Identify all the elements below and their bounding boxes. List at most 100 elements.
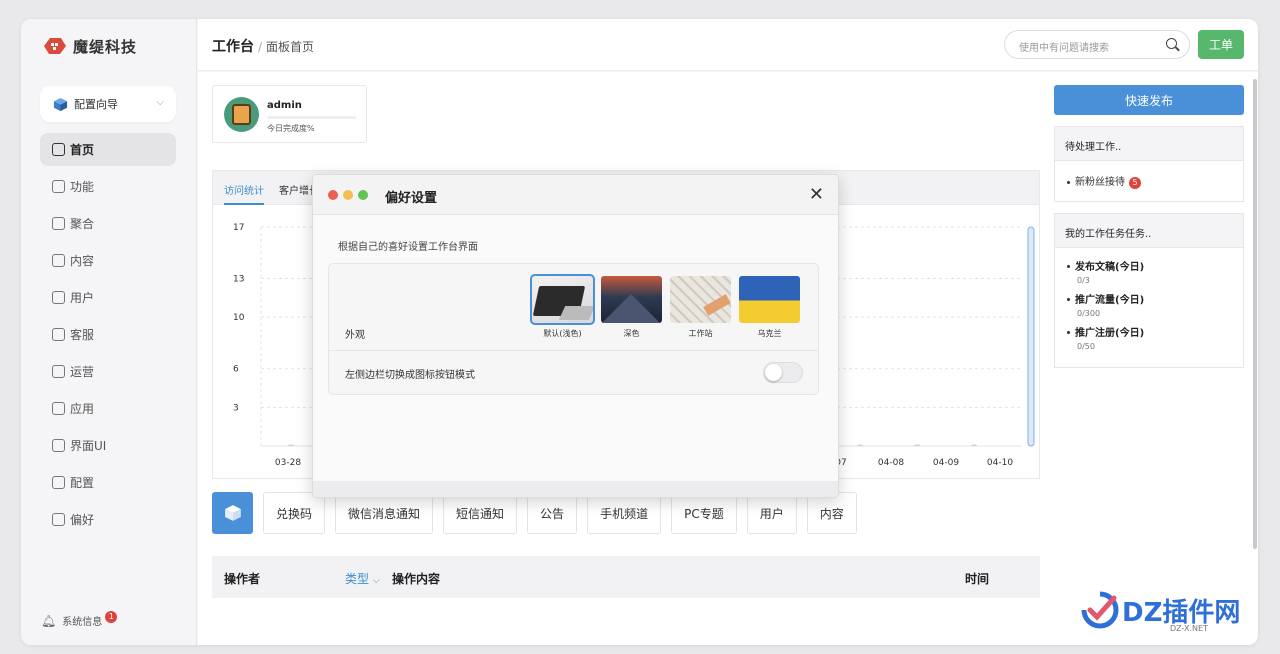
watermark: DZ插件网 DZ-X.NET: [1078, 588, 1240, 633]
search-input[interactable]: 使用中有问题请搜索: [1004, 30, 1190, 59]
category-sms-notify[interactable]: 短信通知: [443, 492, 518, 534]
layout-icon: [52, 439, 65, 452]
category-users[interactable]: 用户: [746, 492, 797, 534]
sidebar-item-aggregate[interactable]: 聚合: [40, 207, 176, 240]
home-icon: [52, 143, 65, 156]
app-icon: [52, 402, 65, 415]
list-item: 发布文稿(今日) 0/3: [1067, 258, 1231, 285]
watermark-sub: DZ-X.NET: [1170, 624, 1208, 633]
brand-logo[interactable]: 魔缇科技: [41, 35, 137, 57]
ticket-button[interactable]: 工单: [1198, 30, 1244, 59]
trend-icon: [52, 365, 65, 378]
x-tick-label: 04-09: [933, 458, 959, 468]
progress-label: 今日完成度%: [267, 124, 315, 133]
config-wizard-select[interactable]: 配置向导 ⌵: [40, 86, 176, 122]
sidebar-item-label: 聚合: [70, 217, 95, 231]
sidebar-item-label: 运营: [70, 365, 95, 379]
sidebar-icon-mode-toggle[interactable]: [763, 362, 803, 383]
brand-logo-icon: [44, 38, 66, 54]
search-icon[interactable]: [1166, 38, 1177, 49]
right-column: 快速发布 待处理工作.. 新粉丝接待 5 我的工作任务任务.. 发布文稿(今日) 0…: [1054, 85, 1244, 368]
notification-badge: 1: [105, 610, 118, 623]
sidebar-item-apps[interactable]: 应用: [40, 392, 176, 425]
appearance-label: 外观: [345, 330, 365, 341]
breadcrumb-title: 工作台: [212, 39, 254, 55]
category-announcement[interactable]: 公告: [527, 492, 578, 534]
system-info-link[interactable]: 🔔︎ 系统信息 1: [41, 610, 118, 628]
divider: [329, 350, 818, 351]
theme-workstation[interactable]: 工作站: [670, 276, 731, 339]
category-wechat-notify[interactable]: 微信消息通知: [335, 492, 434, 534]
sidebar-item-label: 首页: [70, 143, 95, 157]
log-table-header: 操作者 类型 ⌵ 操作内容 时间: [212, 556, 1040, 598]
bell-icon: 🔔︎: [41, 613, 57, 628]
y-tick-label: 10: [233, 313, 245, 323]
breadcrumb-subtitle: 面板首页: [266, 40, 315, 54]
tasks-list: 发布文稿(今日) 0/3 推广流量(今日) 0/300 推广注册(今日) 0/50: [1055, 248, 1243, 367]
task-value: 0/3: [1077, 275, 1090, 285]
theme-dark[interactable]: 深色: [601, 276, 662, 339]
sidebar-item-ui[interactable]: 界面UI: [40, 429, 176, 462]
list-item: 推广流量(今日) 0/300: [1067, 291, 1231, 318]
minimize-dot-icon[interactable]: [343, 190, 353, 200]
tasks-panel: 我的工作任务任务.. 发布文稿(今日) 0/3 推广流量(今日) 0/300 推广注…: [1054, 212, 1244, 368]
chart-bar: [1027, 226, 1035, 447]
sidebar-item-users[interactable]: 用户: [40, 281, 176, 314]
tab-visit-stats[interactable]: 访问统计: [224, 182, 264, 205]
sidebar-item-config[interactable]: 配置: [40, 466, 176, 499]
category-redeem-code[interactable]: 兑换码: [263, 492, 326, 534]
preferences-dialog: 偏好设置 ✕ 根据自己的喜好设置工作台界面 外观 默认(浅色) 深色 工作站 乌…: [312, 174, 839, 498]
sidebar-item-operations[interactable]: 运营: [40, 355, 176, 388]
col-content: 操作内容: [392, 572, 441, 586]
dialog-title: 偏好设置: [385, 191, 438, 206]
maximize-dot-icon[interactable]: [358, 190, 368, 200]
wizard-label: 配置向导: [74, 98, 118, 111]
category-cube-button[interactable]: [212, 492, 253, 534]
progress-bar: [267, 116, 356, 119]
col-type-filter[interactable]: 类型 ⌵: [345, 570, 380, 587]
theme-light[interactable]: 默认(浅色): [530, 274, 595, 339]
x-tick-label: 04-10: [987, 458, 1013, 468]
close-dot-icon[interactable]: [328, 190, 338, 200]
task-name: 发布文稿(今日): [1075, 261, 1145, 273]
chevron-down-icon: ⌵: [156, 97, 164, 108]
sidebar: 魔缇科技 配置向导 ⌵ 首页 功能 聚合 内容 用户 客服 运营 应用 界面UI…: [21, 19, 197, 645]
avatar[interactable]: [224, 97, 259, 132]
category-content[interactable]: 内容: [806, 492, 857, 534]
user-card: admin 今日完成度%: [212, 85, 367, 143]
sidebar-item-label: 用户: [70, 291, 95, 305]
content-icon: [52, 254, 65, 267]
list-item: 推广注册(今日) 0/50: [1067, 324, 1231, 351]
sidebar-item-preferences[interactable]: 偏好: [40, 503, 176, 536]
pending-title: 待处理工作..: [1055, 127, 1243, 161]
heart-icon: [52, 328, 65, 341]
chart-bar: [857, 444, 864, 446]
sidebar-item-service[interactable]: 客服: [40, 318, 176, 351]
sidebar-item-label: 应用: [70, 402, 95, 416]
category-pc-topic[interactable]: PC专题: [671, 492, 737, 534]
sidebar-item-home[interactable]: 首页: [40, 133, 176, 166]
search-placeholder: 使用中有问题请搜索: [1019, 43, 1109, 54]
brand-name: 魔缇科技: [73, 37, 138, 56]
y-tick-label: 17: [233, 223, 244, 233]
quick-publish-button[interactable]: 快速发布: [1054, 85, 1244, 115]
col-operator: 操作者: [224, 572, 261, 586]
watermark-logo: [1081, 591, 1119, 629]
pending-list: 新粉丝接待 5: [1055, 161, 1243, 201]
page-scrollbar[interactable]: [1253, 79, 1257, 549]
pending-panel: 待处理工作.. 新粉丝接待 5: [1054, 126, 1244, 202]
x-tick-label: 03-28: [275, 458, 301, 468]
list-item[interactable]: 新粉丝接待 5: [1067, 173, 1231, 189]
sidebar-item-content[interactable]: 内容: [40, 244, 176, 277]
sidebar-item-features[interactable]: 功能: [40, 170, 176, 203]
category-mobile-channel[interactable]: 手机频道: [587, 492, 662, 534]
top-header: 工作台 / 面板首页 使用中有问题请搜索 工单: [198, 19, 1258, 71]
tasks-title: 我的工作任务任务..: [1055, 213, 1243, 248]
theme-ukraine[interactable]: 乌克兰: [739, 276, 800, 339]
close-icon[interactable]: ✕: [809, 184, 824, 205]
dialog-title-bar: 偏好设置 ✕: [313, 175, 838, 215]
aggregate-icon: [52, 217, 65, 230]
sidebar-item-label: 客服: [70, 328, 95, 342]
sidebar-item-label: 内容: [70, 254, 95, 268]
grid-icon: [52, 180, 65, 193]
